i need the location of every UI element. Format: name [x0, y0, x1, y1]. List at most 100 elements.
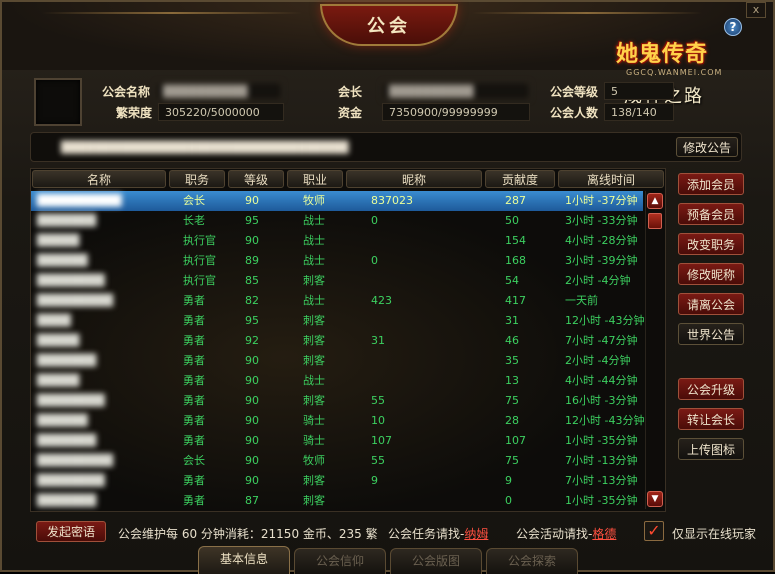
cell-name: ██████	[37, 414, 88, 427]
table-row[interactable]: ████████ 执行官 85 刺客 54 2小时 -4分钟	[31, 271, 643, 291]
table-row[interactable]: ██████ 执行官 89 战士 0 168 3小时 -39分钟	[31, 251, 643, 271]
col-class[interactable]: 职业	[287, 170, 343, 188]
table-row[interactable]: █████ 执行官 90 战士 154 4小时 -28分钟	[31, 231, 643, 251]
cell-class: 战士	[303, 254, 325, 267]
cell-level: 90	[245, 434, 259, 447]
col-offline-time[interactable]: 离线时间	[558, 170, 664, 188]
cell-offline-time: 3小时 -39分钟	[565, 254, 638, 267]
cell-name: ██████	[37, 254, 88, 267]
table-row[interactable]: ████ 勇者 95 刺客 31 12小时 -43分钟	[31, 311, 645, 331]
cell-role: 会长	[183, 194, 205, 207]
scroll-down-icon[interactable]: ▼	[647, 491, 663, 507]
cell-level: 95	[245, 214, 259, 227]
change-role-button[interactable]: 改变职务	[678, 233, 744, 255]
tab-basic-info[interactable]: 基本信息	[198, 546, 290, 574]
col-name[interactable]: 名称	[32, 170, 166, 188]
guild-task-npc-link[interactable]: 纳姆	[464, 527, 488, 541]
cell-offline-time: 7小时 -13分钟	[565, 454, 638, 467]
col-level[interactable]: 等级	[228, 170, 284, 188]
table-row[interactable]: █████████ 会长 90 牧师 55 75 7小时 -13分钟	[31, 451, 643, 471]
tab-guild-explore[interactable]: 公会探索	[486, 548, 578, 574]
table-header: 名称 职务 等级 职业 昵称 贡献度 离线时间	[31, 169, 665, 189]
notice-text: ██████████████████████████████████	[61, 141, 349, 154]
cell-class: 刺客	[303, 494, 325, 507]
online-only-checkbox[interactable]: ✓	[644, 521, 664, 541]
ornament-right	[472, 12, 702, 14]
cell-name: ███████	[37, 494, 97, 507]
cell-name: ██████████	[37, 194, 122, 207]
table-row[interactable]: ██████████ 会长 90 牧师 837023 287 1小时 -37分钟	[31, 191, 643, 211]
cell-class: 刺客	[303, 334, 325, 347]
world-announce-button[interactable]: 世界公告	[678, 323, 744, 345]
table-row[interactable]: ███████ 勇者 87 刺客 0 1小时 -35分钟	[31, 491, 643, 511]
cell-role: 勇者	[183, 374, 205, 387]
cell-name: ████████	[37, 274, 105, 287]
cell-contribution: 9	[505, 474, 512, 487]
transfer-leader-button[interactable]: 转让会长	[678, 408, 744, 430]
table-row[interactable]: ██████ 勇者 90 骑士 10 28 12小时 -43分钟	[31, 411, 644, 431]
kick-member-button[interactable]: 请离公会	[678, 293, 744, 315]
table-row[interactable]: ████████ 勇者 90 刺客 55 75 16小时 -3分钟	[31, 391, 643, 411]
cell-level: 82	[245, 294, 259, 307]
tab-bar: 基本信息 公会信仰 公会版图 公会探索	[198, 546, 598, 574]
cell-level: 90	[245, 374, 259, 387]
add-member-button[interactable]: 添加会员	[678, 173, 744, 195]
cell-level: 90	[245, 394, 259, 407]
edit-nickname-button[interactable]: 修改昵称	[678, 263, 744, 285]
cell-name: ███████	[37, 214, 97, 227]
cell-contribution: 75	[505, 394, 519, 407]
cell-role: 勇者	[183, 434, 205, 447]
scroll-thumb[interactable]	[648, 213, 662, 229]
table-row[interactable]: ███████ 长老 95 战士 0 50 3小时 -33分钟	[31, 211, 643, 231]
col-role[interactable]: 职务	[169, 170, 225, 188]
cell-level: 90	[245, 354, 259, 367]
leader-value: ██████████	[382, 82, 531, 100]
edit-notice-button[interactable]: 修改公告	[676, 137, 738, 157]
cell-contribution: 417	[505, 294, 526, 307]
level-row: 公会等级 5	[550, 82, 675, 100]
guild-activity-npc-link[interactable]: 格德	[592, 527, 616, 541]
table-row[interactable]: █████ 勇者 90 战士 13 4小时 -44分钟	[31, 371, 643, 391]
cell-offline-time: 7小时 -47分钟	[565, 334, 638, 347]
table-row[interactable]: █████████ 勇者 82 战士 423 417 一天前	[31, 291, 643, 311]
cell-offline-time: 2小时 -4分钟	[565, 354, 631, 367]
upload-icon-button[interactable]: 上传图标	[678, 438, 744, 460]
whisper-button[interactable]: 发起密语	[36, 521, 106, 542]
tab-guild-faith[interactable]: 公会信仰	[294, 548, 386, 574]
window-title-text: 公会	[367, 16, 411, 37]
table-row[interactable]: ████████ 勇者 90 刺客 9 9 7小时 -13分钟	[31, 471, 643, 491]
cell-class: 骑士	[303, 434, 325, 447]
close-button[interactable]: x	[746, 2, 766, 18]
cell-class: 骑士	[303, 414, 325, 427]
cell-offline-time: 4小时 -28分钟	[565, 234, 638, 247]
table-row[interactable]: ███████ 勇者 90 刺客 35 2小时 -4分钟	[31, 351, 643, 371]
cell-offline-time: 4小时 -44分钟	[565, 374, 638, 387]
cell-class: 战士	[303, 214, 325, 227]
cell-role: 长老	[183, 214, 205, 227]
cell-contribution: 75	[505, 454, 519, 467]
table-row[interactable]: ███████ 勇者 90 骑士 107 107 1小时 -35分钟	[31, 431, 643, 451]
reserve-member-button[interactable]: 预备会员	[678, 203, 744, 225]
table-scrollbar[interactable]: ▲ ▼	[645, 191, 663, 509]
cell-contribution: 54	[505, 274, 519, 287]
cell-contribution: 0	[505, 494, 512, 507]
cell-name: █████████	[37, 454, 114, 467]
guild-upgrade-button[interactable]: 公会升级	[678, 378, 744, 400]
table-row[interactable]: █████ 勇者 92 刺客 31 46 7小时 -47分钟	[31, 331, 643, 351]
cell-name: ███████	[37, 354, 97, 367]
guild-task-text: 公会任务请找-	[388, 527, 465, 541]
guild-activity-text: 公会活动请找-	[516, 527, 593, 541]
scroll-up-icon[interactable]: ▲	[647, 193, 663, 209]
col-contribution[interactable]: 贡献度	[485, 170, 555, 188]
prosperity-row: 繁荣度 305220/5000000	[116, 103, 285, 121]
cell-offline-time: 2小时 -4分钟	[565, 274, 631, 287]
cell-offline-time: 1小时 -37分钟	[565, 194, 638, 207]
cell-offline-time: 3小时 -33分钟	[565, 214, 638, 227]
tab-guild-territory[interactable]: 公会版图	[390, 548, 482, 574]
cell-role: 执行官	[183, 274, 216, 287]
cell-class: 牧师	[303, 194, 325, 207]
col-nickname[interactable]: 昵称	[346, 170, 482, 188]
cell-offline-time: 12小时 -43分钟	[565, 314, 645, 327]
cell-class: 战士	[303, 234, 325, 247]
cell-level: 90	[245, 234, 259, 247]
